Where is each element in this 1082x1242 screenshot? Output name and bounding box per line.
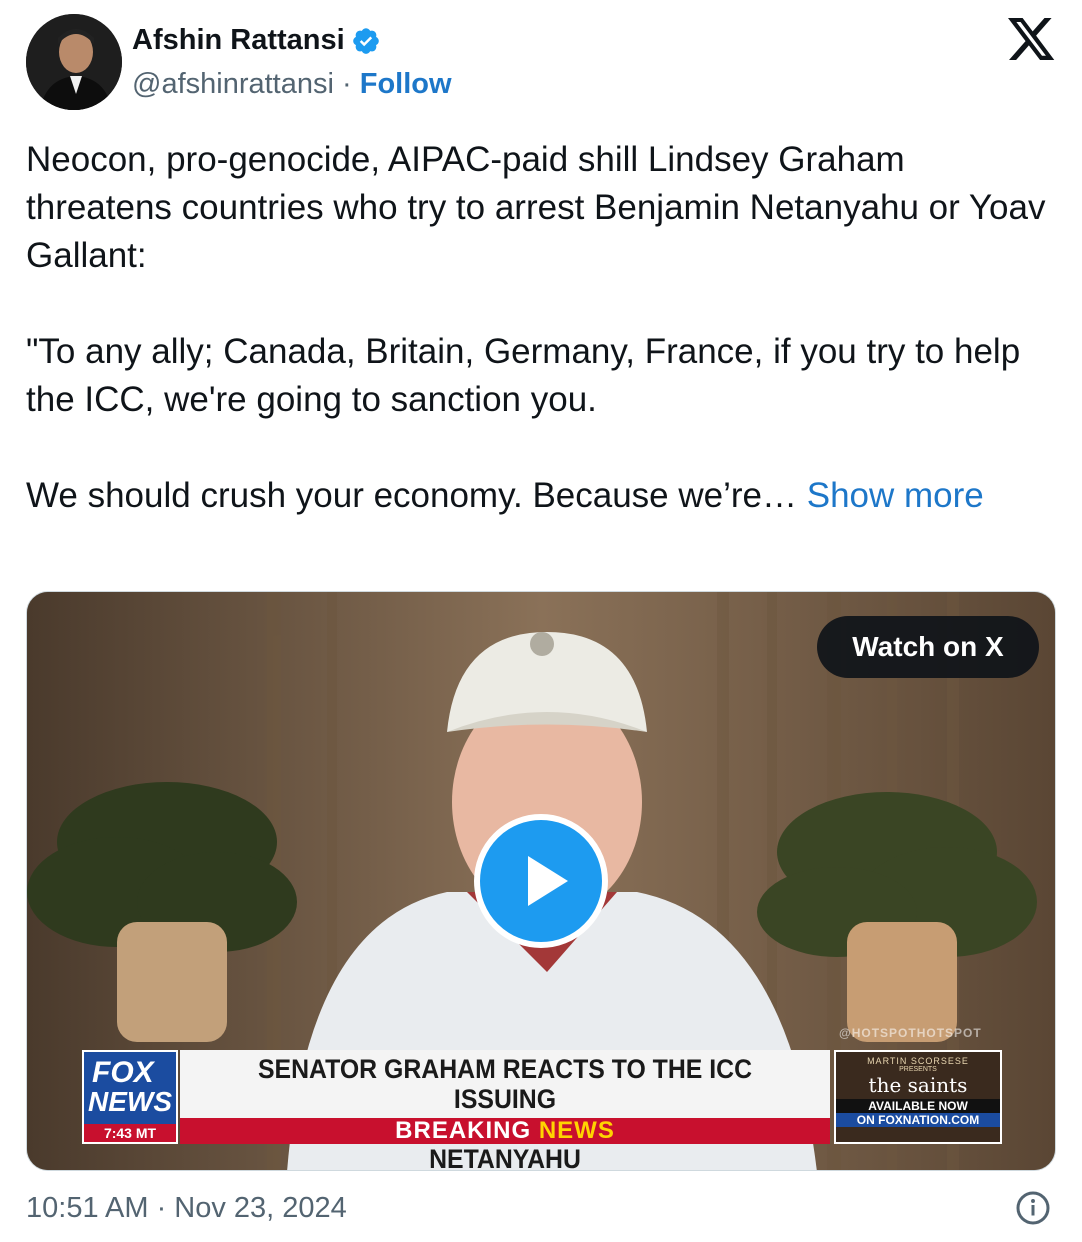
headline-line-1: SENATOR GRAHAM REACTS TO THE ICC ISSUING — [257, 1054, 753, 1114]
tweet-truncated-text: We should crush your economy. Because we… — [26, 476, 807, 515]
show-more-link[interactable]: Show more — [807, 476, 984, 515]
tweet-paragraph-2: "To any ally; Canada, Britain, Germany, … — [26, 332, 1021, 419]
avatar[interactable] — [26, 14, 122, 110]
news-lower-third: SENATOR GRAHAM REACTS TO THE ICC ISSUING… — [180, 1050, 830, 1170]
news-label: NEWS — [538, 1117, 615, 1144]
author-handle[interactable]: @afshinrattansi — [132, 68, 334, 100]
promo-presents: PRESENTS — [899, 1066, 937, 1073]
verified-badge-icon — [352, 27, 379, 54]
tweet-paragraph-1: Neocon, pro-genocide, AIPAC-paid shill L… — [26, 140, 1046, 275]
follow-button[interactable]: Follow — [360, 68, 452, 100]
author-handle-row: @afshinrattansi · Follow — [132, 68, 452, 101]
network-line-2: NEWS — [88, 1086, 172, 1117]
video-watermark: @HOTSPOTHOTSPOT — [839, 1026, 982, 1040]
x-logo-icon[interactable] — [1008, 18, 1056, 62]
video-player[interactable]: Watch on X @HOTSPOTHOTSPOT FOX NEWS 7:43… — [26, 591, 1056, 1171]
info-icon[interactable] — [1015, 1190, 1051, 1226]
promo-title: the saints — [868, 1073, 968, 1097]
network-line-1: FOX — [92, 1056, 154, 1089]
broadcast-time: 7:43 MT — [84, 1124, 176, 1142]
play-icon — [528, 856, 568, 906]
author-name-row[interactable]: Afshin Rattansi — [132, 24, 381, 57]
author-name[interactable]: Afshin Rattansi — [132, 24, 345, 57]
avatar-image — [26, 14, 122, 110]
promo-availability: AVAILABLE NOW — [836, 1099, 1000, 1113]
play-button[interactable] — [474, 814, 608, 948]
fox-news-logo: FOX NEWS 7:43 MT — [82, 1050, 178, 1144]
separator-dot: · — [342, 68, 352, 100]
tweet-text: Neocon, pro-genocide, AIPAC-paid shill L… — [26, 136, 1056, 520]
tweet-timestamp[interactable]: 10:51 AM · Nov 23, 2024 — [26, 1192, 347, 1225]
promo-panel: MARTIN SCORSESE PRESENTS the saints AVAI… — [834, 1050, 1002, 1144]
tweet-paragraph-3: We should crush your economy. Because we… — [26, 472, 1056, 520]
breaking-label: BREAKING — [395, 1117, 532, 1144]
promo-where: ON FOXNATION.COM — [836, 1113, 1000, 1127]
news-headline: SENATOR GRAHAM REACTS TO THE ICC ISSUING… — [206, 1054, 804, 1170]
promo-director: MARTIN SCORSESE — [867, 1056, 969, 1066]
breaking-news-bar: BREAKING NEWS — [180, 1118, 830, 1144]
watch-on-x-button[interactable]: Watch on X — [817, 616, 1039, 678]
